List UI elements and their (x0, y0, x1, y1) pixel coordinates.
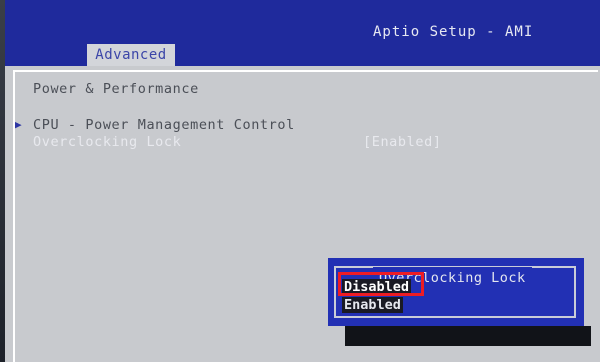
tab-advanced[interactable]: Advanced (87, 44, 175, 66)
selection-highlight-box (338, 272, 424, 296)
option-enabled[interactable]: Enabled (342, 297, 403, 313)
section-title: Power & Performance (33, 81, 199, 97)
popup-shadow (345, 326, 591, 346)
header-bar: Aptio Setup - AMI Advanced (5, 0, 600, 66)
menu-item-overclocking-lock[interactable]: Overclocking Lock (33, 134, 181, 150)
app-title: Aptio Setup - AMI (373, 24, 534, 40)
bios-screen: Aptio Setup - AMI Advanced Power & Perfo… (5, 0, 600, 362)
submenu-arrow-icon: ▶ (15, 118, 23, 131)
menu-item-cpu-power-management[interactable]: CPU - Power Management Control (33, 117, 295, 133)
overclocking-lock-value[interactable]: [Enabled] (363, 134, 442, 150)
